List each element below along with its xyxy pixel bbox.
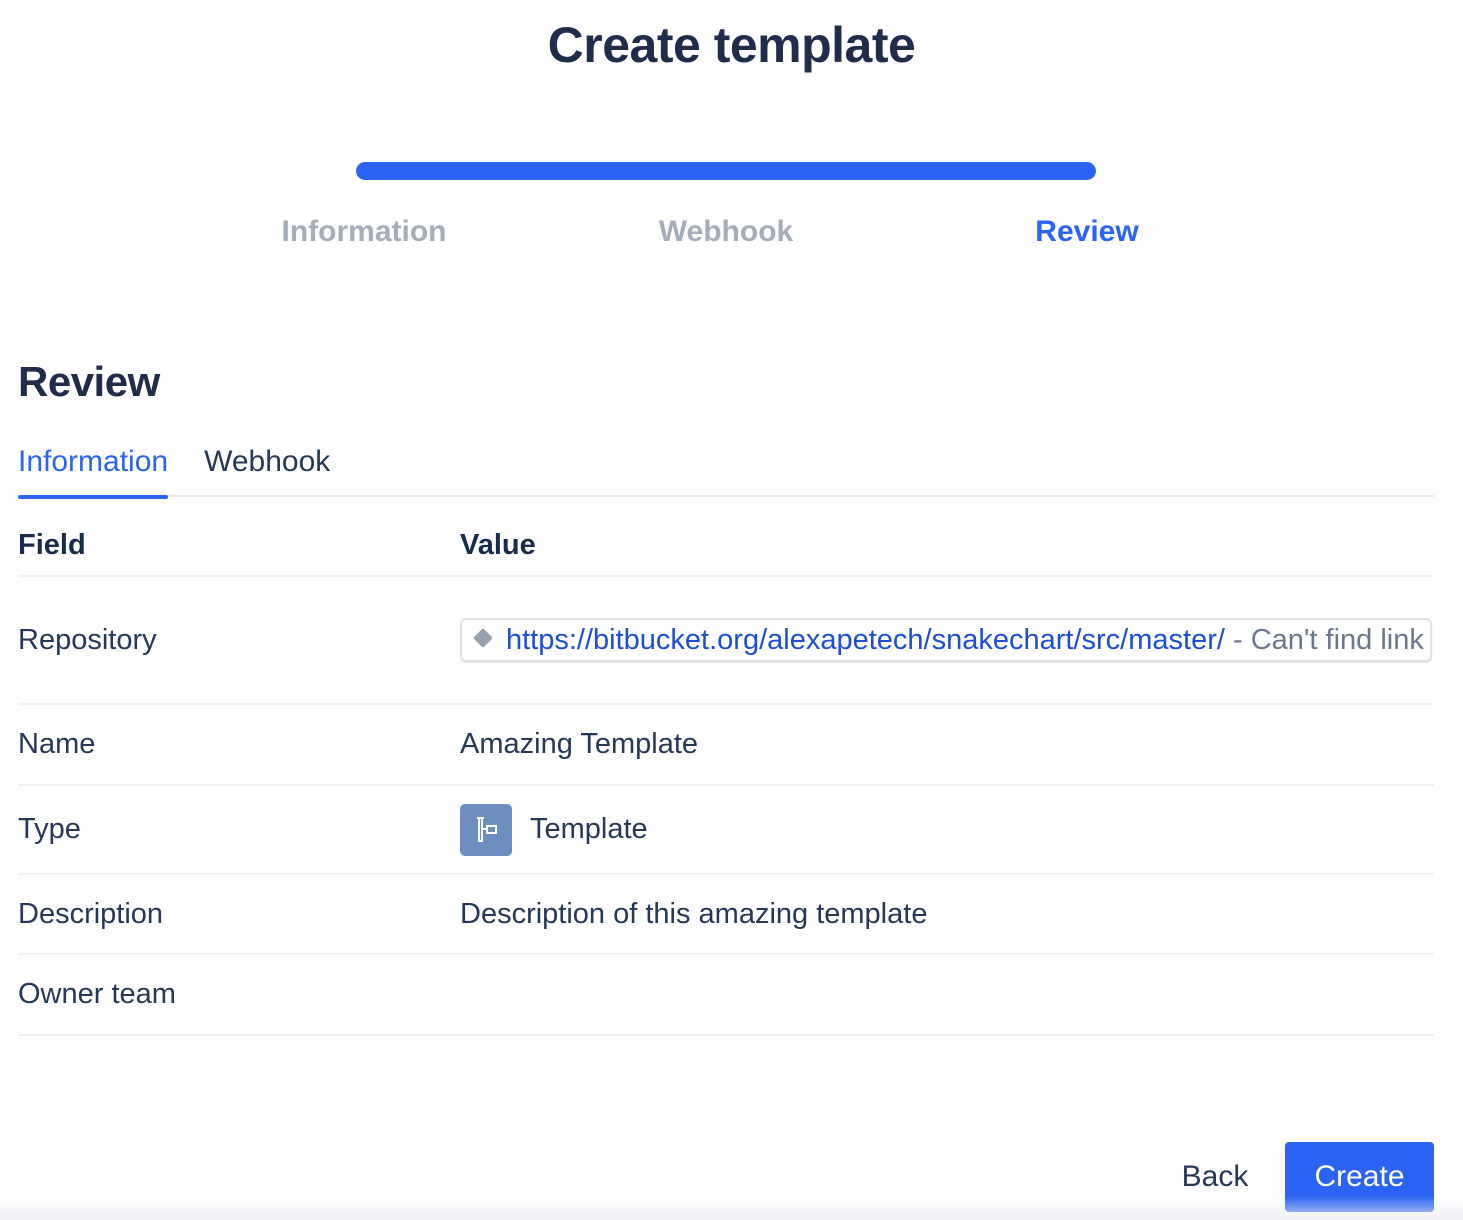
template-icon bbox=[460, 803, 512, 856]
create-button[interactable]: Create bbox=[1285, 1142, 1434, 1212]
section-title: Review bbox=[18, 358, 160, 405]
field-label-type: Type bbox=[18, 813, 81, 845]
column-header-field: Field bbox=[18, 528, 86, 561]
step-webhook: Webhook bbox=[658, 215, 794, 248]
review-table: Field Value Repository https://bitbucket… bbox=[18, 515, 1434, 1036]
repository-link-chip[interactable]: https://bitbucket.org/alexapetech/snakec… bbox=[460, 618, 1432, 662]
review-tabs: Information Webhook bbox=[18, 443, 1434, 499]
field-value-type: Template bbox=[530, 813, 648, 845]
table-row-name: Name Amazing Template bbox=[18, 705, 1434, 786]
table-row-description: Description Description of this amazing … bbox=[18, 875, 1434, 955]
table-header-row: Field Value bbox=[18, 515, 1434, 577]
column-header-value: Value bbox=[460, 528, 536, 561]
progress-bar bbox=[356, 162, 1096, 180]
field-label-repository: Repository bbox=[18, 623, 157, 656]
field-value-description: Description of this amazing template bbox=[460, 897, 928, 930]
page-title: Create template bbox=[547, 17, 916, 73]
link-diamond-icon bbox=[473, 628, 493, 648]
repository-link-error: - Can't find link bbox=[1224, 624, 1424, 656]
field-label-owner-team: Owner team bbox=[18, 978, 176, 1010]
table-row-type: Type Template bbox=[18, 786, 1434, 875]
tab-webhook[interactable]: Webhook bbox=[204, 443, 330, 497]
field-label-name: Name bbox=[18, 728, 96, 760]
repository-link-url[interactable]: https://bitbucket.org/alexapetech/snakec… bbox=[506, 624, 1225, 656]
back-button[interactable]: Back bbox=[1168, 1142, 1262, 1212]
field-value-name: Amazing Template bbox=[460, 728, 699, 760]
step-information: Information bbox=[281, 215, 447, 248]
progress-bar-fill bbox=[356, 162, 1096, 180]
table-row-repository: Repository https://bitbucket.org/alexape… bbox=[18, 577, 1434, 705]
field-label-description: Description bbox=[18, 897, 164, 930]
tab-information[interactable]: Information bbox=[18, 443, 169, 499]
step-review: Review bbox=[1035, 215, 1139, 248]
table-row-owner-team: Owner team bbox=[18, 955, 1434, 1036]
